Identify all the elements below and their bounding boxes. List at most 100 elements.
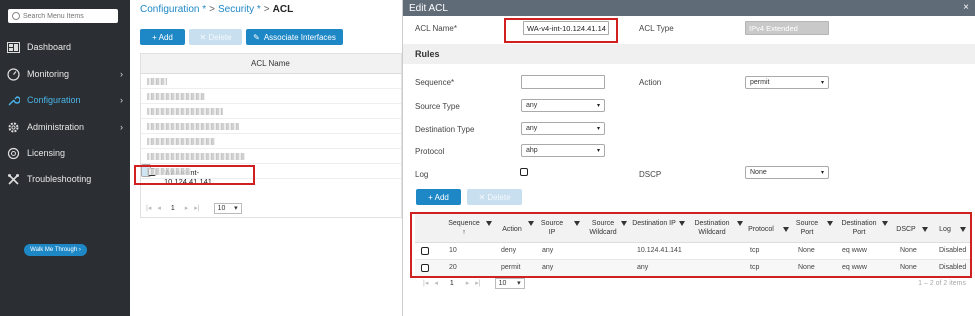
- destination-type-select[interactable]: any ▾: [521, 122, 605, 135]
- rules-section-header: Rules: [403, 44, 975, 64]
- breadcrumb-configuration[interactable]: Configuration *: [140, 4, 206, 15]
- dscp-select[interactable]: None ▾: [745, 166, 829, 179]
- acl-type-label: ACL Type: [639, 24, 674, 33]
- last-page-icon[interactable]: ▸|: [475, 279, 480, 287]
- rules-heading: Rules: [415, 49, 440, 59]
- prev-page-icon[interactable]: ◂: [157, 204, 161, 212]
- walk-me-through-button[interactable]: Walk Me Through ›: [24, 244, 87, 256]
- sidebar-item-label: Monitoring: [27, 69, 70, 79]
- protocol-label: Protocol: [415, 147, 445, 156]
- breadcrumb-separator: >: [263, 4, 270, 15]
- breadcrumb-separator: >: [209, 4, 215, 15]
- search-box[interactable]: [8, 9, 118, 23]
- log-label: Log: [415, 170, 429, 179]
- chevron-down-icon: ▾: [596, 103, 600, 109]
- next-page-icon[interactable]: ▸: [185, 204, 189, 212]
- chevron-down-icon: ▾: [517, 280, 521, 287]
- first-page-icon[interactable]: |◂: [423, 279, 428, 287]
- page-size-select[interactable]: 10 ▾: [213, 202, 242, 214]
- chevron-right-icon: ›: [120, 95, 123, 105]
- close-icon[interactable]: ×: [963, 2, 969, 13]
- acl-pagination: |◂ ◂ 1 ▸ ▸| 10 ▾: [140, 200, 402, 216]
- add-rule-button[interactable]: + Add: [416, 189, 461, 205]
- chevron-down-icon: ▾: [820, 170, 824, 176]
- tools-icon: [6, 172, 20, 186]
- redacted-text: [147, 78, 167, 85]
- highlight-box: [134, 165, 255, 185]
- sidebar-item-label: Dashboard: [27, 42, 72, 52]
- destination-type-label: Destination Type: [415, 125, 475, 134]
- current-page[interactable]: 1: [450, 280, 454, 287]
- table-row[interactable]: [141, 89, 401, 104]
- breadcrumb-security[interactable]: Security *: [218, 4, 261, 15]
- dscp-value: None: [750, 169, 767, 176]
- sidebar-item-dashboard[interactable]: Dashboard: [0, 38, 130, 56]
- chevron-right-icon: ›: [120, 122, 123, 132]
- source-type-label: Source Type: [415, 102, 460, 111]
- chevron-down-icon: ▾: [596, 148, 600, 154]
- action-select[interactable]: permit ▾: [745, 76, 829, 89]
- redacted-text: [147, 123, 239, 130]
- prev-page-icon[interactable]: ◂: [434, 279, 438, 287]
- acl-name-label: ACL Name*: [415, 24, 457, 33]
- edit-acl-dialog: Edit ACL × ACL Name* WA-v4-int-10.124.41…: [402, 0, 975, 316]
- redacted-text: [147, 108, 223, 115]
- table-row[interactable]: [141, 74, 401, 89]
- sidebar-item-label: Licensing: [27, 148, 66, 158]
- table-row[interactable]: [141, 119, 401, 134]
- sidebar-item-licensing[interactable]: Licensing: [0, 144, 130, 162]
- wrench-icon: [6, 93, 20, 107]
- dialog-title: Edit ACL: [409, 2, 448, 14]
- last-page-icon[interactable]: ▸|: [194, 204, 199, 212]
- breadcrumb-current: ACL: [272, 4, 294, 15]
- acl-type-field: IPv4 Extended: [745, 21, 829, 35]
- source-type-value: any: [526, 102, 538, 109]
- source-type-select[interactable]: any ▾: [521, 99, 605, 112]
- acl-name-column-header[interactable]: ACL Name: [251, 59, 290, 68]
- page-size-value: 10: [217, 204, 226, 212]
- acl-grid: ACL Name WA-v4-int-10.124.41.141: [140, 53, 402, 218]
- rules-pagination: |◂ ◂ 1 ▸ ▸| 10 ▾ 1 – 2 of 2 items: [415, 276, 970, 290]
- action-value: permit: [750, 79, 770, 86]
- highlight-box: [504, 18, 618, 43]
- sidebar-item-configuration[interactable]: Configuration ›: [0, 91, 130, 109]
- next-page-icon[interactable]: ▸: [466, 279, 470, 287]
- associate-interfaces-label: Associate Interfaces: [263, 32, 336, 42]
- monitoring-icon: [6, 67, 20, 81]
- sidebar-item-label: Configuration: [27, 95, 81, 105]
- delete-rule-button[interactable]: ✕ Delete: [467, 189, 522, 205]
- dscp-label: DSCP: [639, 170, 662, 179]
- sequence-field[interactable]: [521, 75, 605, 89]
- sidebar-item-label: Troubleshooting: [27, 174, 92, 184]
- sequence-label: Sequence*: [415, 78, 455, 87]
- protocol-select[interactable]: ahp ▾: [521, 144, 605, 157]
- pencil-icon: ✎: [253, 32, 260, 42]
- redacted-text: [147, 153, 245, 160]
- highlight-box: [410, 212, 972, 278]
- page-size-select[interactable]: 10 ▾: [494, 277, 525, 289]
- action-label: Action: [639, 78, 662, 87]
- sidebar-item-administration[interactable]: Administration ›: [0, 118, 130, 136]
- table-row[interactable]: [141, 104, 401, 119]
- page-size-value: 10: [498, 279, 507, 287]
- add-acl-button[interactable]: + Add: [140, 29, 185, 45]
- redacted-text: [147, 138, 215, 145]
- first-page-icon[interactable]: |◂: [146, 204, 151, 212]
- acl-list-panel: Configuration * > Security * > ACL + Add…: [130, 0, 402, 316]
- search-input[interactable]: [23, 12, 115, 20]
- associate-interfaces-button[interactable]: ✎ Associate Interfaces: [246, 29, 343, 45]
- search-icon: [12, 12, 20, 20]
- gear-icon: [6, 120, 20, 134]
- destination-type-value: any: [526, 125, 538, 132]
- sidebar-item-monitoring[interactable]: Monitoring ›: [0, 65, 130, 83]
- table-row[interactable]: [141, 149, 401, 164]
- chevron-down-icon: ▾: [596, 126, 600, 132]
- pagination-summary: 1 – 2 of 2 items: [918, 279, 966, 287]
- table-row[interactable]: [141, 134, 401, 149]
- sidebar-item-label: Administration: [27, 122, 85, 132]
- delete-acl-button[interactable]: ✕ Delete: [189, 29, 242, 45]
- current-page[interactable]: 1: [171, 205, 175, 212]
- sidebar-item-troubleshooting[interactable]: Troubleshooting: [0, 170, 130, 188]
- protocol-value: ahp: [526, 147, 538, 154]
- log-checkbox[interactable]: [520, 168, 528, 176]
